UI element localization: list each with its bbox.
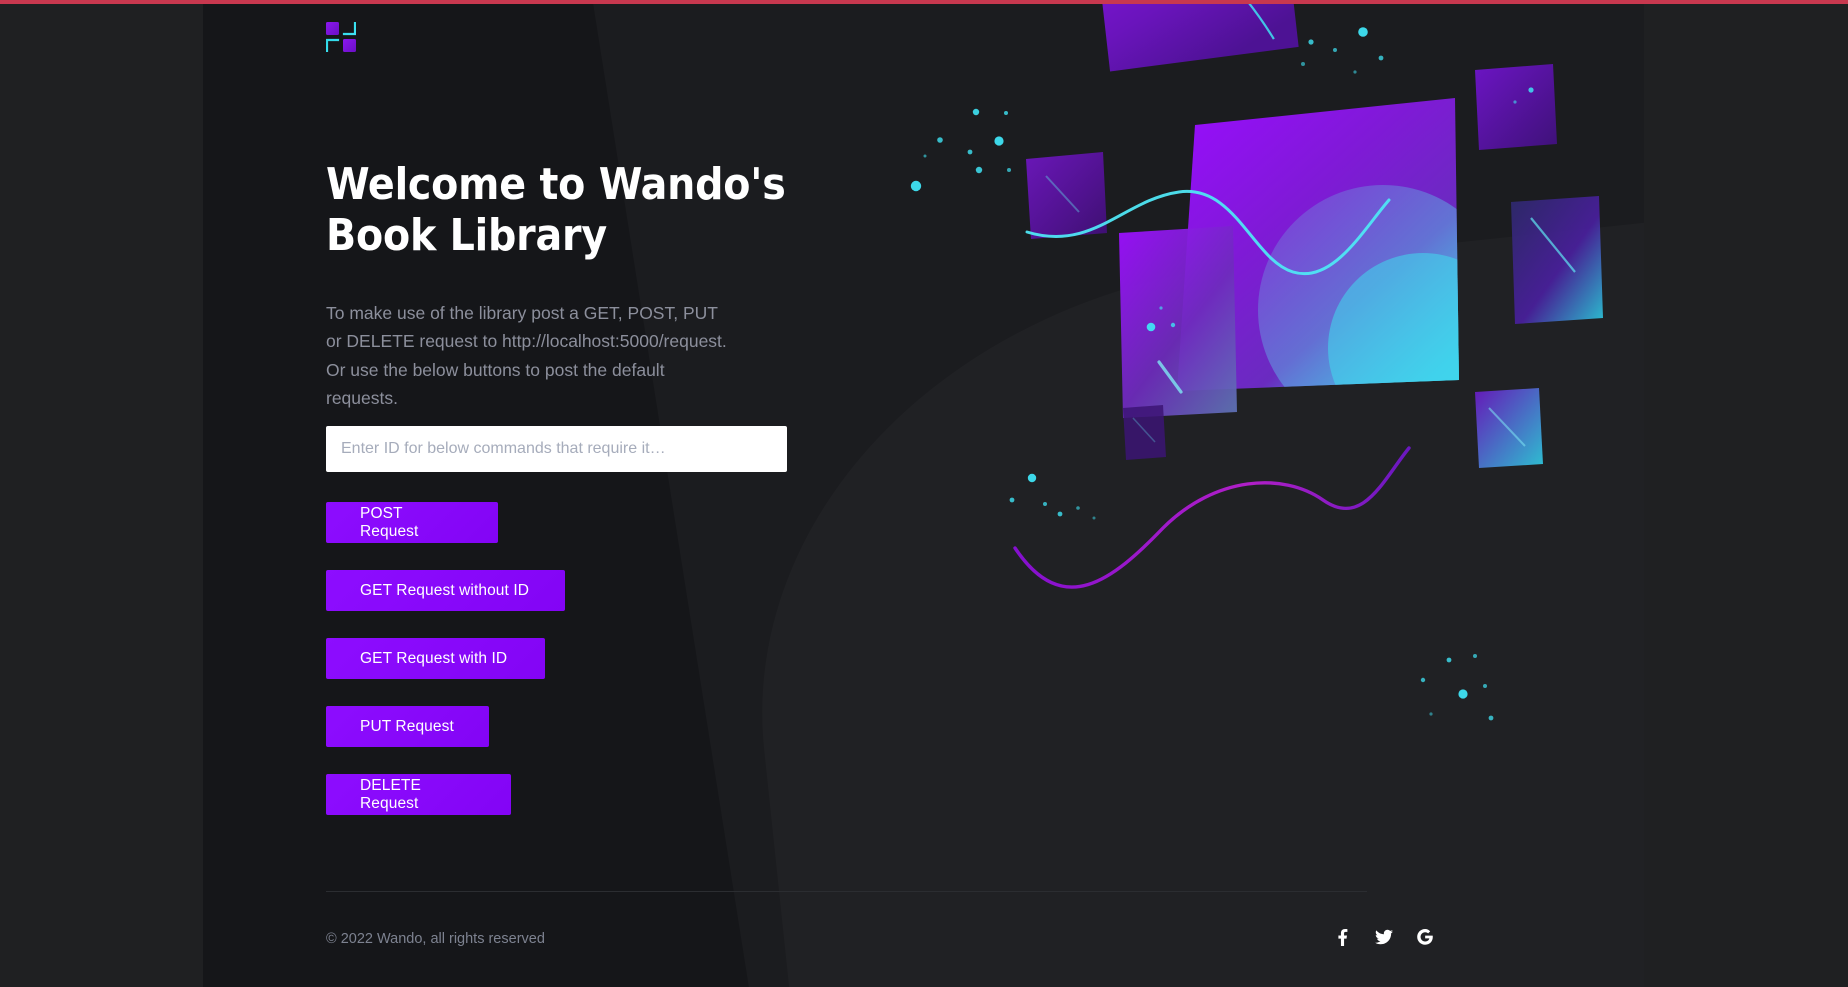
art-dots-upper-right xyxy=(1301,27,1384,74)
google-icon xyxy=(1416,928,1434,946)
id-input[interactable] xyxy=(326,426,787,472)
page-root: Welcome to Wando's Book Library To make … xyxy=(0,0,1848,987)
logo-bottom-left-bracket xyxy=(326,38,340,52)
art-panel-right xyxy=(1511,196,1603,324)
footer-copyright: © 2022 Wando, all rights reserved xyxy=(326,931,545,947)
hero-description: To make use of the library post a GET, P… xyxy=(326,303,727,409)
art-panel-bottomright xyxy=(1475,388,1543,468)
twitter-icon xyxy=(1375,928,1393,946)
art-panel-topright xyxy=(1475,64,1557,150)
top-accent-bar xyxy=(0,0,1848,4)
social-links xyxy=(1331,925,1451,951)
page-surface: Welcome to Wando's Book Library To make … xyxy=(203,0,1644,987)
google-link[interactable] xyxy=(1413,925,1437,949)
logo-bottom-right-square xyxy=(343,39,356,52)
wando-logo[interactable] xyxy=(326,22,356,52)
put-request-button[interactable]: PUT Request xyxy=(326,706,489,747)
art-dots-lower-right xyxy=(1420,654,1494,721)
post-request-button[interactable]: POST Request xyxy=(326,502,498,543)
facebook-link[interactable] xyxy=(1331,925,1355,949)
main-content: Welcome to Wando's Book Library To make … xyxy=(326,0,1266,987)
facebook-icon xyxy=(1335,928,1352,946)
twitter-link[interactable] xyxy=(1372,925,1396,949)
logo-top-right-bracket xyxy=(342,22,356,36)
page-title: Welcome to Wando's Book Library xyxy=(326,159,786,261)
get-request-without-id-button[interactable]: GET Request without ID xyxy=(326,570,565,611)
footer-divider xyxy=(326,891,1367,892)
logo-top-left-square xyxy=(326,22,339,35)
get-request-with-id-button[interactable]: GET Request with ID xyxy=(326,638,545,679)
delete-request-button[interactable]: DELETE Request xyxy=(326,774,511,815)
